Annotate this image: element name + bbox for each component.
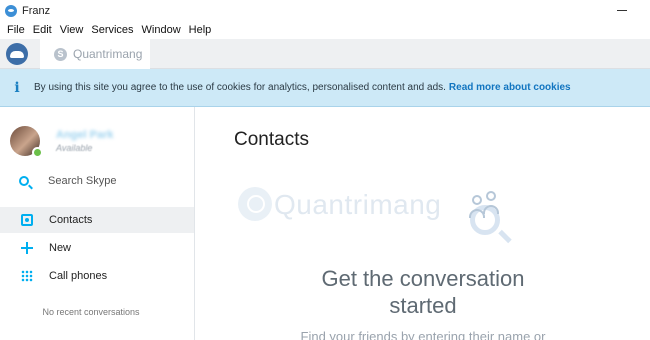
sidebar-item-label: Call phones xyxy=(49,270,108,282)
cookie-text: By using this site you agree to the use … xyxy=(34,82,446,93)
cookie-banner: i By using this site you agree to the us… xyxy=(0,69,650,107)
sidebar-item-label: Contacts xyxy=(49,214,93,226)
skype-icon: S xyxy=(54,47,67,61)
sidebar-item-label: New xyxy=(49,242,72,254)
menu-services[interactable]: Services xyxy=(87,21,137,39)
plus-icon xyxy=(21,242,33,254)
search-label: Search Skype xyxy=(48,175,117,187)
dialpad-icon xyxy=(21,270,33,282)
profile-name: Angel Park xyxy=(56,129,114,141)
menu-edit[interactable]: Edit xyxy=(29,21,56,39)
main-panel: Contacts Quantrimang Get the conversatio… xyxy=(196,107,650,340)
lightbulb-icon xyxy=(238,187,272,221)
search-icon xyxy=(19,176,29,186)
menu-view[interactable]: View xyxy=(56,21,88,39)
empty-state-subtitle: Find your friends by entering their name… xyxy=(300,329,546,340)
sidebar-item-call-phones[interactable]: Call phones xyxy=(0,263,194,289)
empty-state-title-text: Get the conversation started xyxy=(321,266,525,318)
presence-indicator xyxy=(32,147,43,158)
menu-bar: File Edit View Services Window Help xyxy=(0,21,650,39)
info-icon: i xyxy=(14,79,20,96)
window-title: Franz xyxy=(22,4,51,17)
window-title-bar: Franz xyxy=(0,0,650,21)
sidebar: Angel Park Available Search Skype Contac… xyxy=(0,107,195,340)
service-tab-strip: S Quantrimang xyxy=(0,39,650,69)
profile-status: Available xyxy=(56,143,93,153)
sidebar-item-contacts[interactable]: Contacts xyxy=(0,207,194,233)
page-title: Contacts xyxy=(234,129,309,150)
people-icon xyxy=(466,191,506,225)
avatar[interactable] xyxy=(10,126,43,158)
menu-file[interactable]: File xyxy=(3,21,29,39)
menu-window[interactable]: Window xyxy=(138,21,185,39)
empty-state-title: Get the conversation started xyxy=(196,265,650,319)
tab-label: Quantrimang xyxy=(73,47,143,61)
contacts-icon xyxy=(21,214,33,226)
watermark-text: Quantrimang xyxy=(274,189,442,220)
menu-help[interactable]: Help xyxy=(185,21,216,39)
tab-quantrimang[interactable]: S Quantrimang xyxy=(40,39,150,69)
sidebar-item-new[interactable]: New xyxy=(0,235,194,261)
profile[interactable]: Angel Park Available xyxy=(10,126,114,158)
no-recent-conversations: No recent conversations xyxy=(42,307,140,317)
franz-logo-icon[interactable] xyxy=(6,43,28,65)
minimize-icon[interactable] xyxy=(608,0,636,21)
cookie-link[interactable]: Read more about cookies xyxy=(449,82,571,93)
search-skype[interactable]: Search Skype xyxy=(0,169,194,195)
franz-app-icon xyxy=(5,4,17,17)
